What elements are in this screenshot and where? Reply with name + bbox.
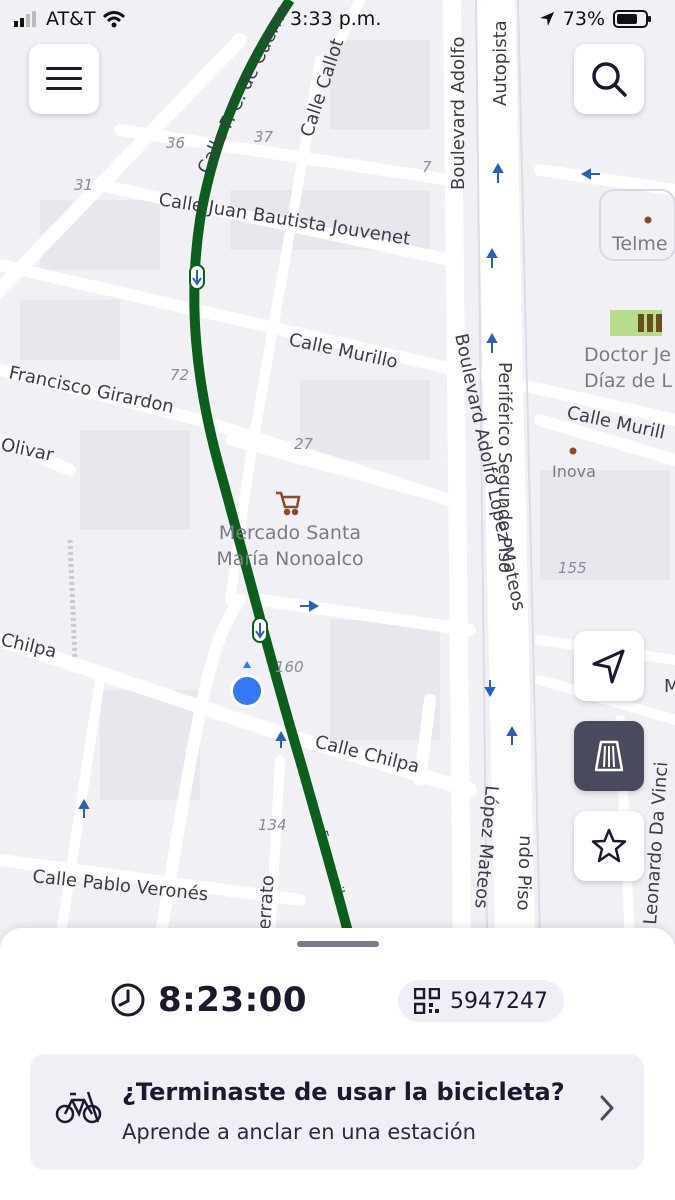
recenter-button[interactable] xyxy=(574,631,644,701)
carrier-name: AT&T xyxy=(46,8,96,30)
block-number: 27 xyxy=(294,435,314,453)
block-number: 160 xyxy=(275,658,304,676)
street-label: Boulevard Adolfo xyxy=(448,36,469,190)
place-label-doctor: Doctor Je Díaz de L xyxy=(584,344,672,392)
block-number: 37 xyxy=(254,128,274,146)
star-icon xyxy=(591,828,627,863)
place-label: Inova xyxy=(552,462,596,481)
block-number: 134 xyxy=(258,816,287,834)
search-icon xyxy=(592,62,627,97)
street-label: ndo Piso xyxy=(512,835,536,911)
trip-timer: 8:23:00 xyxy=(110,980,307,1020)
status-time: 3:33 p.m. xyxy=(290,8,382,30)
menu-button[interactable] xyxy=(29,44,99,114)
street-label: errato xyxy=(254,874,279,930)
docking-help-card[interactable]: ¿Terminaste de usar la bicicleta? Aprend… xyxy=(30,1054,644,1170)
place-label: Telme xyxy=(611,233,668,255)
street-label: Periférico Segundo Piso xyxy=(494,362,515,573)
sheet-handle[interactable] xyxy=(297,941,379,947)
trip-sheet[interactable]: 8:23:00 5947247 ¿Terminaste de usar la b… xyxy=(0,928,675,1200)
station-icon xyxy=(594,740,624,772)
chevron-right-icon xyxy=(600,1095,614,1121)
battery-percent: 73% xyxy=(562,8,605,30)
timer-value: 8:23:00 xyxy=(158,980,307,1020)
signal-icon xyxy=(14,11,36,27)
wifi-icon xyxy=(102,11,125,28)
navigation-arrow-icon xyxy=(592,649,625,684)
stations-button[interactable] xyxy=(574,721,644,791)
clock-icon xyxy=(111,983,145,1017)
bike-dock-icon xyxy=(55,1091,102,1124)
map-canvas[interactable]: Calle F. C. de Cuerna Calle Callot Boule… xyxy=(0,0,675,940)
battery-icon xyxy=(613,10,651,28)
place-label: M xyxy=(664,676,675,697)
status-bar: AT&T 3:33 p.m. 73% xyxy=(0,0,675,38)
bike-code-badge: 5947247 xyxy=(398,980,564,1022)
block-number: 36 xyxy=(166,134,185,152)
map-view[interactable]: Calle F. C. de Cuerna Calle Callot Boule… xyxy=(0,0,675,940)
location-arrow-icon xyxy=(539,12,554,26)
place-label-mercado: Mercado Santa María Nonoalco xyxy=(216,522,364,570)
qr-code-icon xyxy=(414,988,440,1014)
status-right: 73% xyxy=(539,8,653,30)
bike-code: 5947247 xyxy=(450,988,548,1014)
block-number: 72 xyxy=(170,366,189,384)
block-number: 155 xyxy=(558,559,587,577)
carrier: AT&T xyxy=(14,8,126,30)
menu-icon xyxy=(46,67,82,90)
block-number: 7 xyxy=(422,158,432,176)
block-number: 31 xyxy=(74,176,93,194)
search-button[interactable] xyxy=(574,44,644,114)
favorites-button[interactable] xyxy=(574,811,644,881)
card-subtitle: Aprende a anclar en una estación xyxy=(122,1120,476,1144)
park-icon xyxy=(638,314,662,332)
card-title: ¿Terminaste de usar la bicicleta? xyxy=(122,1078,565,1106)
